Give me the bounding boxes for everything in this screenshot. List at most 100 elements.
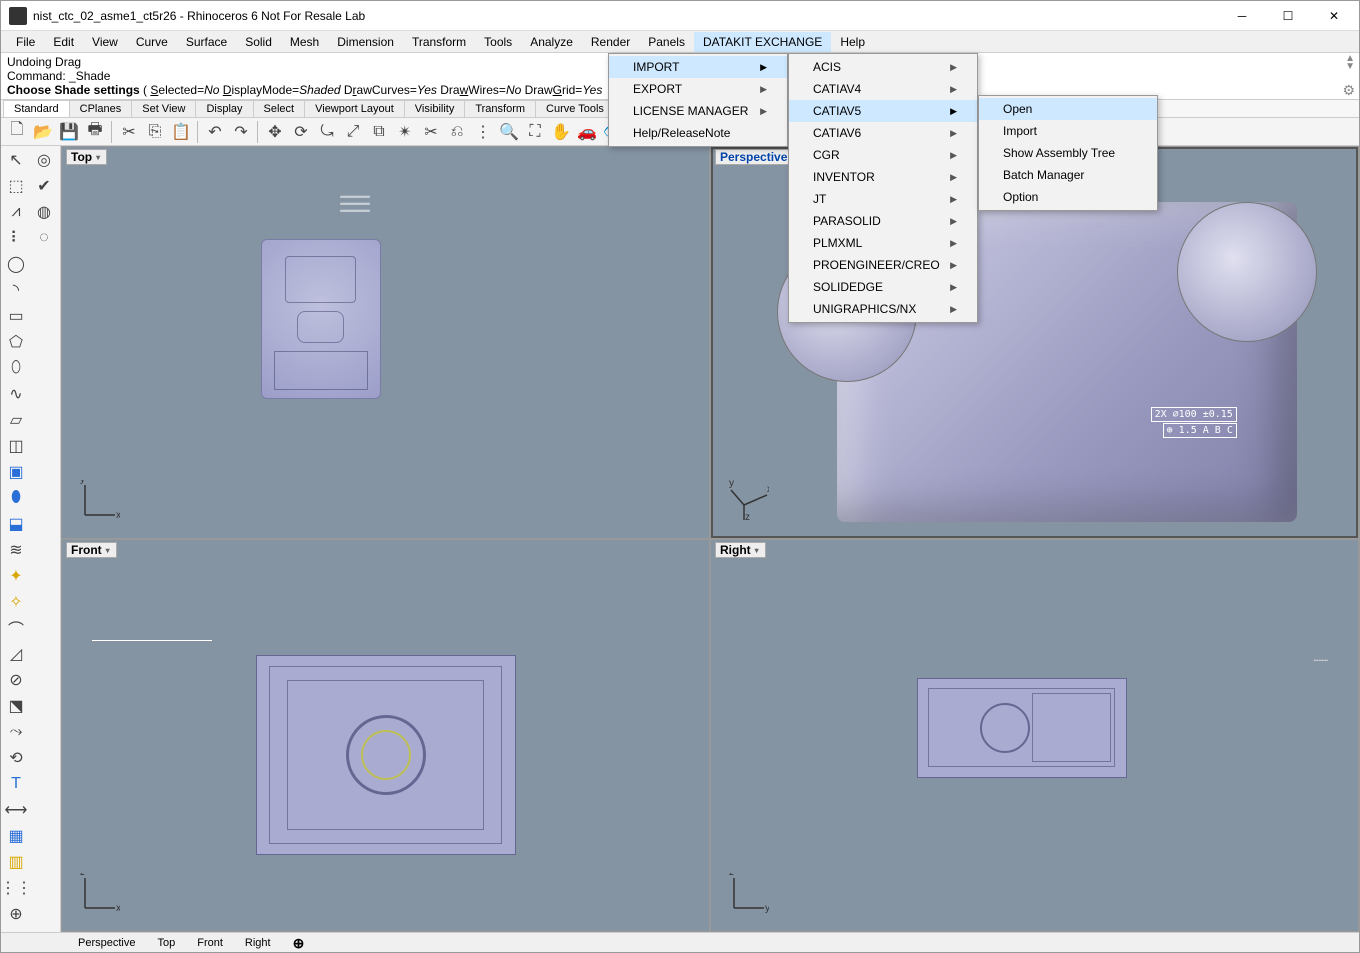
viewport-top[interactable]: Top▾ ═════════════════════ yx (62, 147, 709, 538)
menu-tools[interactable]: Tools (475, 32, 521, 52)
surface-icon[interactable]: ▱ (3, 408, 29, 432)
sweep-icon[interactable]: ⤳ (3, 720, 29, 744)
trim-icon[interactable]: ✂ (419, 120, 443, 144)
copy-icon[interactable]: ⎘ (143, 120, 167, 144)
menuitem-parasolid[interactable]: PARASOLID▶ (789, 210, 977, 232)
boolean-icon[interactable]: ⊘ (3, 668, 29, 692)
explode-icon[interactable]: ✴ (393, 120, 417, 144)
view-tab-right[interactable]: Right (236, 935, 280, 951)
zoom-icon[interactable]: 🔍 (497, 120, 521, 144)
array2-icon[interactable]: ▥ (3, 850, 29, 874)
menu-help[interactable]: Help (831, 32, 874, 52)
menu-mesh[interactable]: Mesh (281, 32, 328, 52)
rotate-icon[interactable]: ⟳ (289, 120, 313, 144)
gumball-icon[interactable]: ⊕ (3, 902, 29, 926)
menuitem-acis[interactable]: ACIS▶ (789, 56, 977, 78)
undo-icon[interactable]: ↶ (203, 120, 227, 144)
viewport-top-label[interactable]: Top▾ (66, 149, 107, 165)
trim-surf-icon[interactable]: ⬔ (3, 694, 29, 718)
menuitem-inventor[interactable]: INVENTOR▶ (789, 166, 977, 188)
menuitem-export[interactable]: EXPORT▶ (609, 78, 787, 100)
menuitem-open[interactable]: Open (979, 98, 1157, 120)
arc-icon[interactable]: ◝ (3, 278, 29, 302)
zoom-extents-icon[interactable]: ⛶ (523, 120, 547, 144)
move-icon[interactable]: ✥ (263, 120, 287, 144)
menu-file[interactable]: File (7, 32, 44, 52)
menuitem-solidedge[interactable]: SOLIDEDGE▶ (789, 276, 977, 298)
mesh2-icon[interactable]: ✧ (3, 590, 29, 614)
misc1-icon[interactable]: ◍ (31, 200, 57, 224)
plane-icon[interactable]: ◫ (3, 434, 29, 458)
view-tab-front[interactable]: Front (188, 935, 232, 951)
menuitem-show-assembly-tree[interactable]: Show Assembly Tree (979, 142, 1157, 164)
lasso-icon[interactable]: ⬚ (3, 174, 29, 198)
polygon-icon[interactable]: ⬠ (3, 330, 29, 354)
polyline-icon[interactable]: ⩘ (3, 200, 29, 224)
rect-icon[interactable]: ▭ (3, 304, 29, 328)
menu-surface[interactable]: Surface (177, 32, 236, 52)
redo-icon[interactable]: ↷ (229, 120, 253, 144)
tab-viewport-layout[interactable]: Viewport Layout (304, 100, 405, 117)
render-red-icon[interactable]: 🚗 (575, 120, 599, 144)
menu-render[interactable]: Render (582, 32, 639, 52)
menuitem-unigraphics-nx[interactable]: UNIGRAPHICS/NX▶ (789, 298, 977, 320)
cut-icon[interactable]: ✂ (117, 120, 141, 144)
tab-select[interactable]: Select (253, 100, 306, 117)
scale-icon[interactable]: ⤢ (341, 120, 365, 144)
grid-icon[interactable]: ⋮⋮ (3, 876, 29, 900)
menu-transform[interactable]: Transform (403, 32, 475, 52)
menuitem-catiav5[interactable]: CATIAV5▶ (789, 100, 977, 122)
revolve-icon[interactable]: ⟲ (3, 746, 29, 770)
loft-icon[interactable]: ≋ (3, 538, 29, 562)
tab-set-view[interactable]: Set View (131, 100, 196, 117)
tab-transform[interactable]: Transform (464, 100, 536, 117)
rotate3d-icon[interactable]: ⤿ (315, 120, 339, 144)
viewport-right[interactable]: Right▾ ┄┄┄ zy (711, 540, 1358, 931)
tab-visibility[interactable]: Visibility (404, 100, 466, 117)
menu-dimension[interactable]: Dimension (328, 32, 403, 52)
text-icon[interactable]: T (3, 772, 29, 796)
viewport-front-label[interactable]: Front▾ (66, 542, 117, 558)
menu-panels[interactable]: Panels (639, 32, 694, 52)
pointer-icon[interactable]: ↖ (3, 148, 29, 172)
ellipse-icon[interactable]: ⬯ (3, 356, 29, 380)
extrude-icon[interactable]: ⬓ (3, 512, 29, 536)
menuitem-catiav6[interactable]: CATIAV6▶ (789, 122, 977, 144)
print-icon[interactable]: 🖶 (83, 120, 107, 144)
add-view-tab[interactable]: ⊕ (284, 935, 314, 951)
tab-curve-tools[interactable]: Curve Tools (535, 100, 615, 117)
close-button[interactable]: ✕ (1311, 1, 1357, 31)
tab-cplanes[interactable]: CPlanes (69, 100, 133, 117)
cylinder-icon[interactable]: ⬮ (3, 486, 29, 510)
points-on-icon[interactable]: ⋮ (471, 120, 495, 144)
menuitem-proengineer-creo[interactable]: PROENGINEER/CREO▶ (789, 254, 977, 276)
curve-icon[interactable]: ∿ (3, 382, 29, 406)
tab-standard[interactable]: Standard (3, 100, 70, 117)
menu-view[interactable]: View (83, 32, 127, 52)
menu-curve[interactable]: Curve (127, 32, 177, 52)
save-icon[interactable]: 💾 (57, 120, 81, 144)
menu-datakit-exchange[interactable]: DATAKIT EXCHANGE (694, 32, 831, 52)
menuitem-plmxml[interactable]: PLMXML▶ (789, 232, 977, 254)
paste-icon[interactable]: 📋 (169, 120, 193, 144)
menu-edit[interactable]: Edit (44, 32, 83, 52)
fillet-icon[interactable]: ⌒ (3, 616, 29, 640)
points-icon[interactable]: ⠇ (3, 226, 29, 250)
split-icon[interactable]: ⎌ (445, 120, 469, 144)
menuitem-batch-manager[interactable]: Batch Manager (979, 164, 1157, 186)
menuitem-help-releasenote[interactable]: Help/ReleaseNote (609, 122, 787, 144)
menuitem-jt[interactable]: JT▶ (789, 188, 977, 210)
menuitem-license-manager[interactable]: LICENSE MANAGER▶ (609, 100, 787, 122)
command-scroll-icon[interactable]: ▲▼ (1345, 55, 1355, 71)
menuitem-catiav4[interactable]: CATIAV4▶ (789, 78, 977, 100)
menu-analyze[interactable]: Analyze (521, 32, 582, 52)
command-options-icon[interactable]: ⚙ (1342, 83, 1355, 97)
menuitem-import[interactable]: IMPORT▶ (609, 56, 787, 78)
tab-display[interactable]: Display (195, 100, 253, 117)
misc2-icon[interactable]: ◌ (31, 226, 57, 250)
new-icon[interactable]: 🗋 (5, 120, 29, 144)
viewport-right-label[interactable]: Right▾ (715, 542, 766, 558)
menu-solid[interactable]: Solid (236, 32, 281, 52)
array-icon[interactable]: ▦ (3, 824, 29, 848)
snap-icon[interactable]: ◎ (31, 148, 57, 172)
